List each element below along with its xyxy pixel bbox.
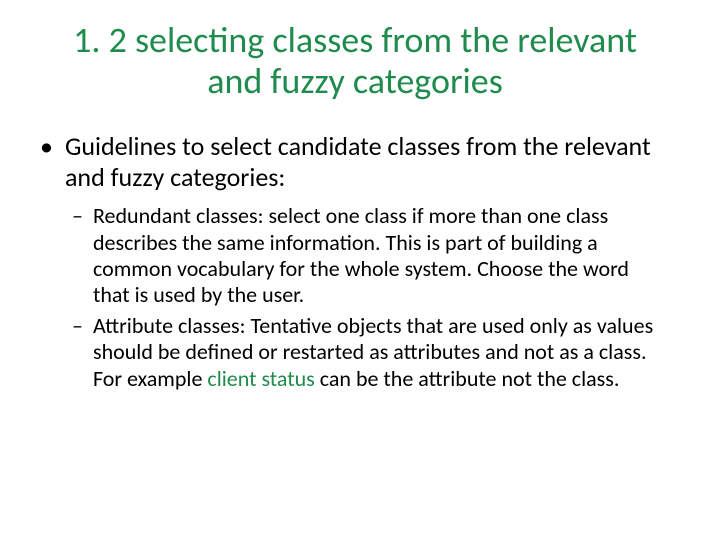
sub-prefix: Redundant classes: bbox=[93, 202, 268, 229]
bullet-marker: • bbox=[40, 131, 53, 193]
highlight-term: client status bbox=[207, 365, 319, 392]
sub-prefix: Attribute classes: bbox=[93, 312, 251, 339]
sub-bullet-item: – Attribute classes: Tentative objects t… bbox=[72, 313, 670, 392]
sub-bullet-list: – Redundant classes: select one class if… bbox=[40, 203, 670, 392]
dash-marker: – bbox=[72, 203, 83, 309]
sub-bullet-text: Redundant classes: select one class if m… bbox=[93, 203, 670, 309]
sub-bullet-item: – Redundant classes: select one class if… bbox=[72, 203, 670, 309]
bullet-text: Guidelines to select candidate classes f… bbox=[65, 131, 670, 193]
main-bullet-item: • Guidelines to select candidate classes… bbox=[40, 131, 670, 193]
dash-marker: – bbox=[72, 313, 83, 392]
sub-bullet-text: Attribute classes: Tentative objects tha… bbox=[93, 313, 670, 392]
sub-body-after: can be the attribute not the class. bbox=[320, 365, 620, 392]
slide-title: 1. 2 selecting classes from the relevant… bbox=[40, 20, 670, 103]
main-bullet-list: • Guidelines to select candidate classes… bbox=[40, 131, 670, 193]
